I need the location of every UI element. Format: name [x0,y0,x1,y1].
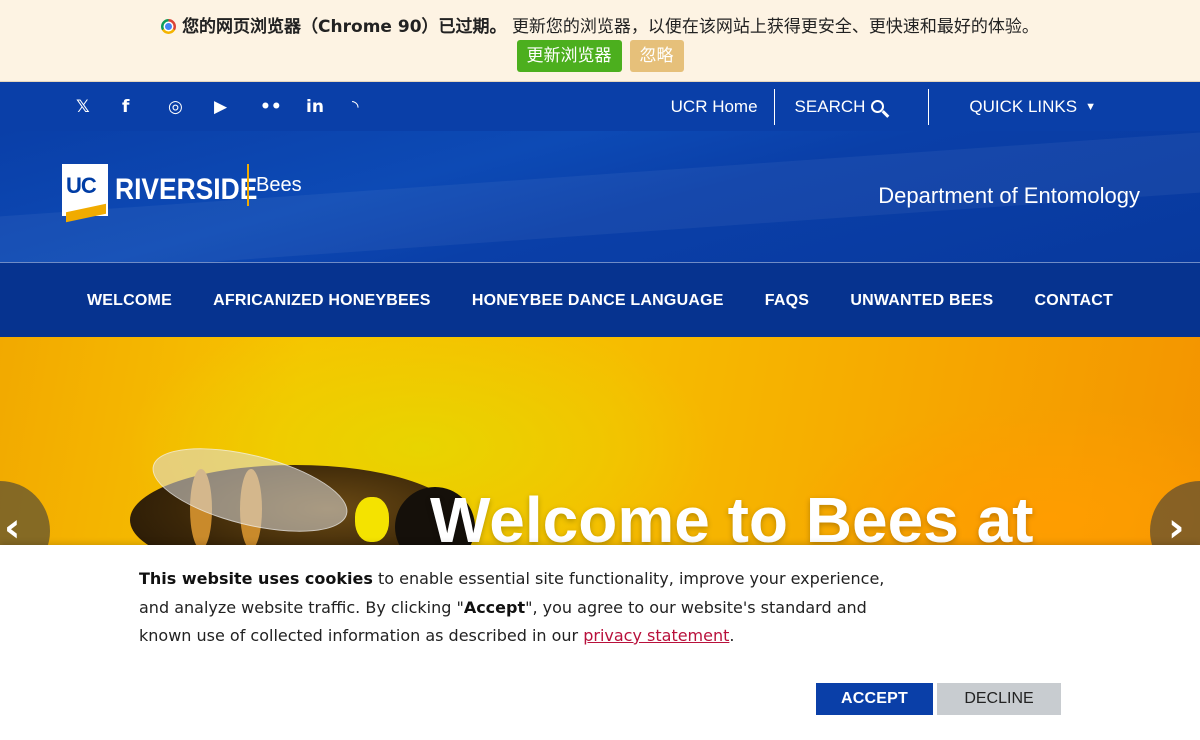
hero-banner: Welcome to Bees at [0,337,1200,547]
ucr-home-link[interactable]: UCR Home [671,88,775,125]
ignore-button[interactable]: 忽略 [629,40,684,72]
accept-cookies-button[interactable]: ACCEPT [816,683,933,715]
utility-bar: 𝕏 f ◎ ▶ •• in ◝ UCR Home SEARCH QUICK LI… [0,82,1200,131]
browser-warning-text: 您的网页浏览器（Chrome 90）已过期。 更新您的浏览器，以便在该网站上获得… [0,12,1200,37]
nav-item-welcome[interactable]: WELCOME [87,292,172,310]
privacy-statement-link[interactable]: privacy statement [583,626,729,645]
social-links: 𝕏 f ◎ ▶ •• in ◝ [76,96,398,118]
nav-item-faqs[interactable]: FAQS [765,292,809,310]
quick-links-dropdown[interactable]: QUICK LINKS ▼ [929,89,1200,125]
cookie-message: This website uses cookies to enable esse… [139,569,885,645]
youtube-icon[interactable]: ▶ [214,96,260,118]
rss-icon[interactable]: ◝ [352,96,398,118]
flickr-icon[interactable]: •• [260,96,306,118]
x-icon[interactable]: 𝕏 [76,96,122,118]
nav-item-unwanted-bees[interactable]: UNWANTED BEES [850,292,993,310]
site-name[interactable]: Bees [256,174,302,197]
hero-title: Welcome to Bees at [430,484,1034,547]
main-navigation: WELCOME AFRICANIZED HONEYBEES HONEYBEE D… [0,262,1200,337]
browser-warning-message: 更新您的浏览器，以便在该网站上获得更安全、更快速和最好的体验。 [511,17,1039,37]
nav-item-contact[interactable]: CONTACT [1035,292,1113,310]
facebook-icon[interactable]: f [122,96,168,118]
cookie-banner: This website uses cookies to enable esse… [0,545,1200,740]
logo-riverside-text: RIVERSIDE [115,173,258,206]
caret-down-icon: ▼ [1085,100,1096,113]
quick-links-label: QUICK LINKS [969,96,1078,116]
site-header: UC RIVERSIDE Bees Department of Entomolo… [0,131,1200,262]
linkedin-icon[interactable]: in [306,96,352,118]
instagram-icon[interactable]: ◎ [168,96,214,118]
ucr-logo[interactable]: UC RIVERSIDE Bees [62,164,302,223]
decline-cookies-button[interactable]: DECLINE [937,683,1061,715]
logo-divider [247,164,249,206]
chrome-icon [161,19,177,34]
search-label: SEARCH [794,96,866,116]
browser-warning-bar: 您的网页浏览器（Chrome 90）已过期。 更新您的浏览器，以便在该网站上获得… [0,0,1200,82]
browser-warning-title: 您的网页浏览器（Chrome 90）已过期。 [182,17,507,37]
department-name[interactable]: Department of Entomology [878,183,1140,209]
nav-item-africanized-honeybees[interactable]: AFRICANIZED HONEYBEES [213,292,431,310]
uc-logo-mark: UC [62,164,108,223]
search-icon [871,99,885,113]
nav-item-honeybee-dance-language[interactable]: HONEYBEE DANCE LANGUAGE [472,292,724,310]
update-browser-button[interactable]: 更新浏览器 [516,40,622,72]
logo-uc-text: UC [66,173,97,198]
search-button[interactable]: SEARCH [775,88,930,125]
